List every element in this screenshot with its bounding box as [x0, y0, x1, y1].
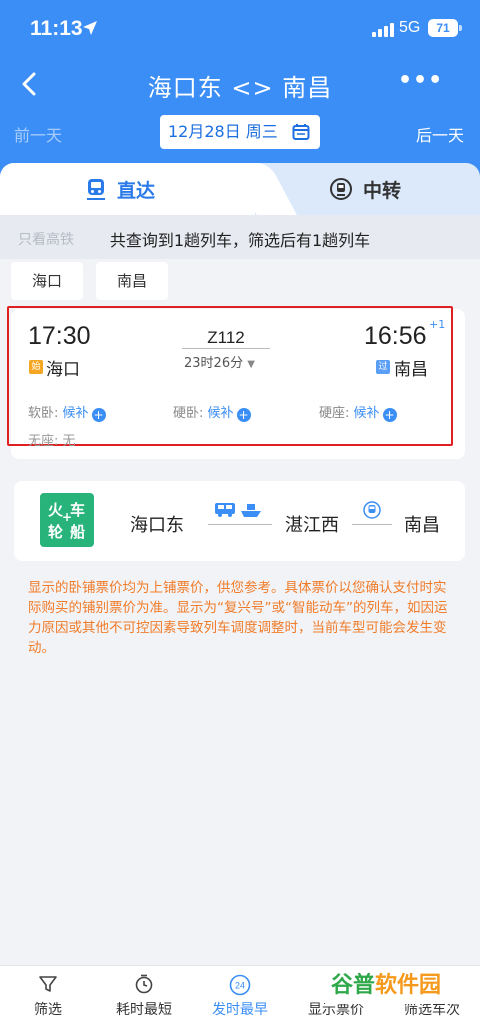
- seat-soft-sleeper[interactable]: 软卧: 候补 +: [28, 402, 106, 422]
- filter-chip-to[interactable]: 南昌: [96, 262, 168, 300]
- nav-bar: 海口东 <> 南昌 •••: [0, 56, 480, 112]
- prev-day-button[interactable]: 前一天: [14, 122, 62, 146]
- add-icon: +: [91, 408, 106, 422]
- earliest-departure-button[interactable]: 24 发时最早: [192, 966, 288, 1019]
- transfer-station-2: 湛江西: [285, 515, 339, 536]
- add-icon: +: [236, 408, 251, 422]
- status-bar: 11:13 5G 71: [0, 0, 480, 56]
- back-arrow-icon[interactable]: [12, 66, 48, 102]
- date-picker[interactable]: 12月28日 周三: [160, 115, 320, 149]
- result-summary-bar: 只看高铁 共查询到1趟列车，筛选后有1趟列车: [0, 215, 480, 259]
- duration-label: 23时26分: [184, 356, 244, 371]
- add-icon: +: [382, 408, 397, 422]
- more-icon[interactable]: •••: [398, 70, 442, 98]
- calendar-icon: [292, 124, 310, 140]
- start-badge: 始: [29, 360, 43, 374]
- tab-direct[interactable]: 直达: [0, 163, 240, 215]
- route-line: [182, 348, 270, 349]
- train-number: Z112: [207, 328, 245, 347]
- date-label: 12月28日 周三: [168, 122, 278, 141]
- duration[interactable]: 23时26分 ▼: [184, 352, 276, 371]
- site-watermark: 谷普软件园: [325, 968, 471, 1004]
- seat-no-seat: 无座: 无: [28, 434, 76, 449]
- transfer-station-1: 海口东: [130, 515, 184, 536]
- shortest-duration-button[interactable]: 耗时最短: [96, 966, 192, 1019]
- arrival-station: 南昌: [394, 360, 428, 380]
- seat-hard-sleeper[interactable]: 硬卧: 候补 +: [173, 402, 251, 422]
- signal-icon: [372, 22, 394, 37]
- filter-button[interactable]: 筛选: [0, 966, 96, 1019]
- departure-station: 海口: [46, 360, 80, 380]
- date-row: 前一天 12月28日 周三 后一天: [0, 112, 480, 156]
- arrival-day-offset: +1: [429, 318, 446, 331]
- chevron-down-icon: ▼: [247, 359, 255, 370]
- train-ship-logo: 火 车 + 轮 船: [40, 493, 94, 547]
- departure-time: 17:30: [28, 322, 91, 350]
- next-day-button[interactable]: 后一天: [416, 122, 464, 146]
- location-arrow-icon: [83, 21, 97, 35]
- train-icon: [86, 179, 105, 200]
- filter-chip-from[interactable]: 海口: [11, 262, 83, 300]
- seat-hard-seat[interactable]: 硬座: 候补 +: [319, 402, 397, 422]
- battery-icon: 71: [428, 19, 462, 37]
- network-type: 5G: [399, 19, 421, 36]
- filter-icon: [39, 976, 57, 992]
- bus-ship-icon: [215, 503, 261, 517]
- price-notice: 显示的卧铺票价均为上铺票价，供您参考。具体票价以您确认支付时实际购买的铺别票价为…: [28, 580, 448, 656]
- tab-transfer-label: 中转: [362, 179, 401, 202]
- tab-transfer[interactable]: 中转: [250, 163, 480, 215]
- transfer-station-3: 南昌: [404, 515, 440, 536]
- tab-bar: 直达 中转: [0, 163, 480, 215]
- arrival-time: 16:56: [364, 322, 427, 350]
- svg-text:24: 24: [235, 981, 245, 991]
- clock-24-icon: 24: [229, 974, 251, 996]
- train-circle-icon: [363, 501, 381, 519]
- status-time: 11:13: [30, 17, 83, 40]
- clock-icon: [135, 974, 153, 994]
- result-summary: 共查询到1趟列车，筛选后有1趟列车: [109, 231, 371, 250]
- transfer-icon: [329, 178, 352, 200]
- page-title: 海口东 <> 南昌: [147, 74, 333, 102]
- tab-direct-label: 直达: [116, 179, 155, 202]
- pass-badge: 过: [376, 360, 390, 374]
